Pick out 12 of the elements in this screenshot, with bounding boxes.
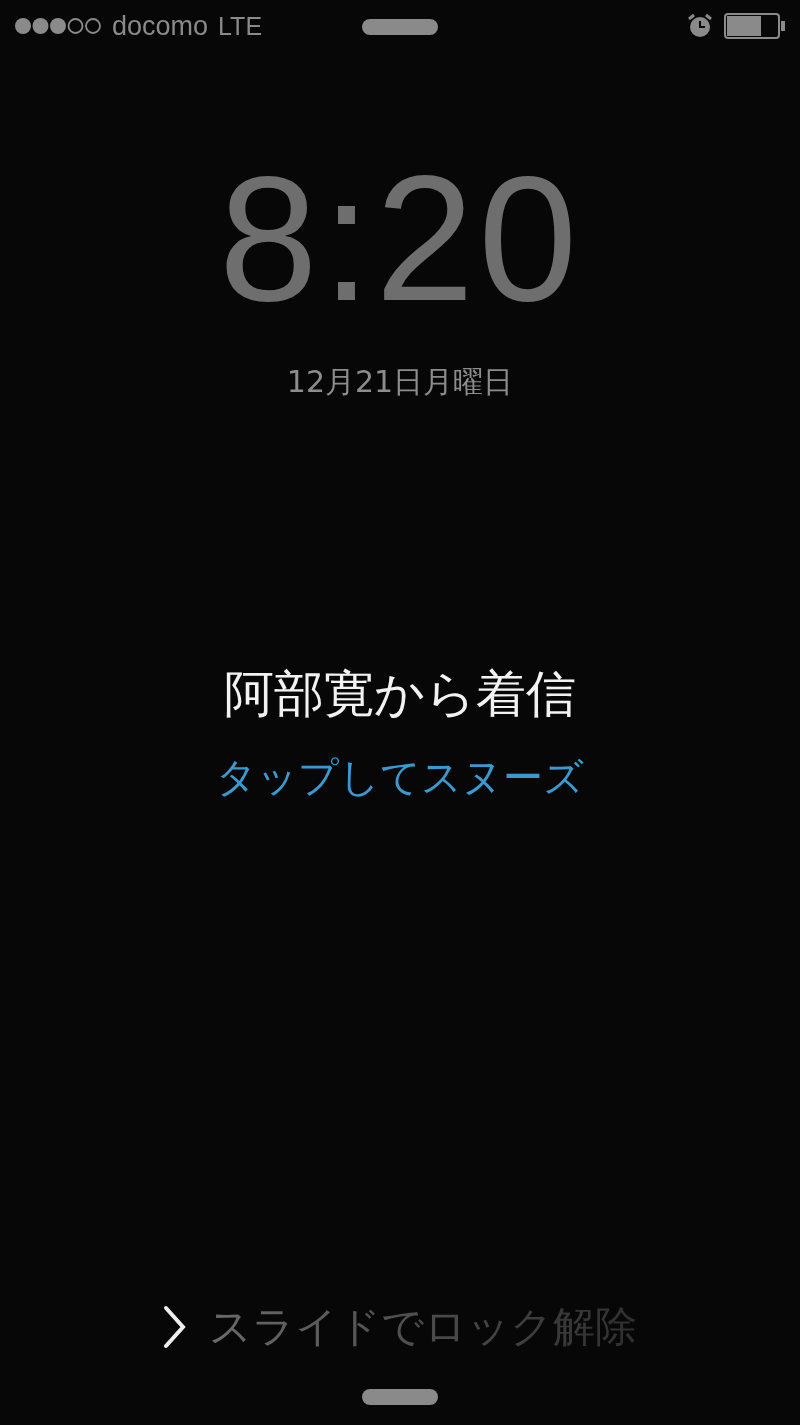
network-type: LTE <box>218 11 263 41</box>
lock-screen-time: 8:20 <box>218 150 582 328</box>
chevron-right-icon[interactable] <box>163 1305 187 1349</box>
signal-strength-icon <box>14 17 102 35</box>
carrier-name: docomo <box>112 10 209 42</box>
alarm-title: 阿部寛から着信 <box>224 664 576 725</box>
control-center-handle[interactable] <box>362 1389 438 1405</box>
lock-screen-date: 12月21日月曜日 <box>286 363 514 401</box>
snooze-button[interactable]: タップしてスヌーズ <box>216 750 584 805</box>
notification-pull-handle[interactable] <box>362 19 438 35</box>
battery-icon <box>724 12 786 40</box>
alarm-clock-icon <box>686 13 714 39</box>
